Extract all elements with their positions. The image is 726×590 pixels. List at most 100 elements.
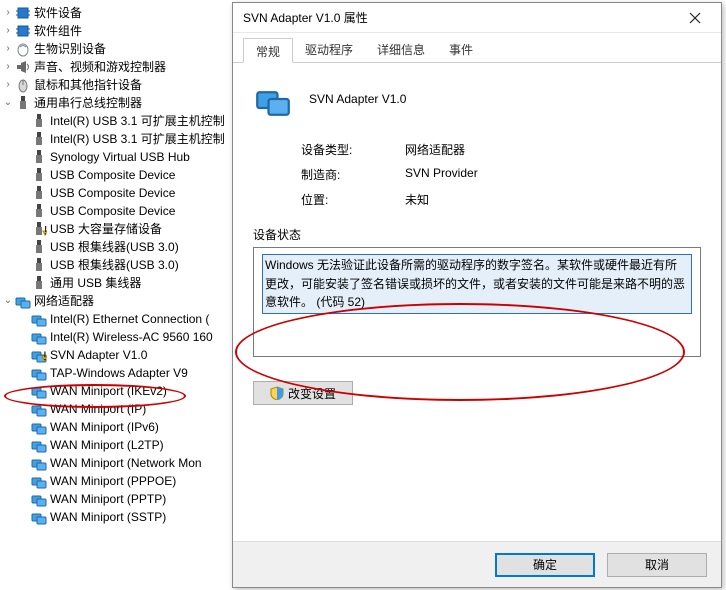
- expand-toggle-icon[interactable]: ›: [2, 40, 14, 58]
- location-label: 位置:: [301, 191, 405, 208]
- net-icon: [30, 509, 48, 525]
- tab-details[interactable]: 详细信息: [365, 37, 437, 62]
- tree-node[interactable]: ·Synology Virtual USB Hub: [0, 148, 230, 166]
- tree-node[interactable]: › 声音、视频和游戏控制器: [0, 58, 230, 76]
- usbw-icon: [30, 221, 48, 237]
- tree-node[interactable]: ·Intel(R) USB 3.1 可扩展主机控制: [0, 130, 230, 148]
- tree-node-label: Intel(R) USB 3.1 可扩展主机控制: [50, 130, 225, 148]
- usbp-icon: [30, 167, 48, 183]
- net-icon: [30, 437, 48, 453]
- tree-node[interactable]: › 鼠标和其他指针设备: [0, 76, 230, 94]
- expand-toggle-icon[interactable]: ›: [2, 76, 14, 94]
- tree-node[interactable]: ⌄ 网络适配器: [0, 292, 230, 310]
- tab-events[interactable]: 事件: [437, 37, 485, 62]
- close-icon: [689, 12, 701, 24]
- tree-node-label: WAN Miniport (Network Mon: [50, 454, 202, 472]
- tree-node[interactable]: ·WAN Miniport (L2TP): [0, 436, 230, 454]
- expand-toggle-icon[interactable]: ›: [2, 58, 14, 76]
- tree-node[interactable]: ·USB Composite Device: [0, 202, 230, 220]
- tree-node-label: 通用串行总线控制器: [34, 94, 142, 112]
- tree-indent: ·: [18, 238, 30, 256]
- tree-node-label: 软件组件: [34, 22, 82, 40]
- ok-button[interactable]: 确定: [495, 553, 595, 577]
- tree-node[interactable]: ·WAN Miniport (PPTP): [0, 490, 230, 508]
- tree-node[interactable]: · Intel(R) Ethernet Connection (: [0, 310, 230, 328]
- tree-node-label: Intel(R) USB 3.1 可扩展主机控制: [50, 112, 225, 130]
- usbp-icon: [30, 257, 48, 273]
- tab-content-general: SVN Adapter V1.0 设备类型:网络适配器 制造商:SVN Prov…: [233, 63, 721, 541]
- titlebar[interactable]: SVN Adapter V1.0 属性: [233, 3, 721, 33]
- close-button[interactable]: [675, 4, 715, 32]
- shield-icon: [270, 386, 284, 400]
- tree-indent: ·: [18, 418, 30, 436]
- tree-node-label: 网络适配器: [34, 292, 94, 310]
- tree-node-label: 生物识别设备: [34, 40, 106, 58]
- tab-general[interactable]: 常规: [243, 38, 293, 63]
- expand-toggle-icon[interactable]: ›: [2, 4, 14, 22]
- tree-node[interactable]: ⌄ 通用串行总线控制器: [0, 94, 230, 112]
- manufacturer-label: 制造商:: [301, 166, 405, 183]
- tree-node[interactable]: › 生物识别设备: [0, 40, 230, 58]
- tree-node[interactable]: ·USB Composite Device: [0, 166, 230, 184]
- tree-node-label: WAN Miniport (IPv6): [50, 418, 159, 436]
- tree-node-label: 软件设备: [34, 4, 82, 22]
- chip-icon: [14, 23, 32, 39]
- net-icon: [30, 473, 48, 489]
- tree-node[interactable]: ·USB 根集线器(USB 3.0): [0, 238, 230, 256]
- tree-node[interactable]: ·通用 USB 集线器: [0, 274, 230, 292]
- tree-node[interactable]: ·WAN Miniport (Network Mon: [0, 454, 230, 472]
- tree-node-label: WAN Miniport (L2TP): [50, 436, 164, 454]
- usbp-icon: [30, 185, 48, 201]
- tab-driver[interactable]: 驱动程序: [293, 37, 365, 62]
- tree-node-label: WAN Miniport (PPPOE): [50, 472, 176, 490]
- tree-node-label: Intel(R) Ethernet Connection (: [50, 310, 209, 328]
- tree-indent: ·: [18, 346, 30, 364]
- net-icon: [30, 311, 48, 327]
- tree-indent: ·: [18, 274, 30, 292]
- tree-indent: ·: [18, 166, 30, 184]
- tree-indent: ·: [18, 220, 30, 238]
- tree-indent: ·: [18, 256, 30, 274]
- cancel-button[interactable]: 取消: [607, 553, 707, 577]
- tree-node-label: USB Composite Device: [50, 184, 175, 202]
- tree-node-label: Intel(R) Wireless-AC 9560 160: [50, 328, 213, 346]
- tree-node[interactable]: › 软件设备: [0, 4, 230, 22]
- change-settings-label: 改变设置: [288, 385, 336, 402]
- finger-icon: [14, 41, 32, 57]
- tree-node-label: 鼠标和其他指针设备: [34, 76, 142, 94]
- tree-node[interactable]: ·USB 大容量存储设备: [0, 220, 230, 238]
- tree-node-label: 声音、视频和游戏控制器: [34, 58, 166, 76]
- tree-indent: ·: [18, 310, 30, 328]
- tree-node[interactable]: ·Intel(R) USB 3.1 可扩展主机控制: [0, 112, 230, 130]
- expand-toggle-icon[interactable]: ⌄: [2, 292, 14, 310]
- tree-indent: ·: [18, 184, 30, 202]
- tree-node-label: WAN Miniport (IP): [50, 400, 146, 418]
- netw-icon: [30, 347, 48, 363]
- change-settings-button[interactable]: 改变设置: [253, 381, 353, 405]
- device-tree[interactable]: ›软件设备›软件组件›生物识别设备›声音、视频和游戏控制器›鼠标和其他指针设备⌄…: [0, 0, 230, 590]
- tree-indent: ·: [18, 472, 30, 490]
- device-status-field[interactable]: Windows 无法验证此设备所需的驱动程序的数字签名。某软件或硬件最近有所更改…: [253, 247, 701, 357]
- usbp-icon: [30, 203, 48, 219]
- tree-node[interactable]: · USB 根集线器(USB 3.0): [0, 256, 230, 274]
- tree-node[interactable]: ·SVN Adapter V1.0: [0, 346, 230, 364]
- expand-toggle-icon[interactable]: ›: [2, 22, 14, 40]
- tree-indent: ·: [18, 508, 30, 526]
- tree-node-label: USB 根集线器(USB 3.0): [50, 256, 179, 274]
- tree-node[interactable]: ·Intel(R) Wireless-AC 9560 160: [0, 328, 230, 346]
- tree-node[interactable]: › 软件组件: [0, 22, 230, 40]
- tree-indent: ·: [18, 364, 30, 382]
- dialog-footer: 确定 取消: [233, 541, 721, 587]
- tree-indent: ·: [18, 400, 30, 418]
- tree-node[interactable]: · USB Composite Device: [0, 184, 230, 202]
- tree-node-label: Synology Virtual USB Hub: [50, 148, 190, 166]
- expand-toggle-icon[interactable]: ⌄: [2, 94, 14, 112]
- tree-node[interactable]: · WAN Miniport (IP): [0, 400, 230, 418]
- usb-icon: [14, 95, 32, 111]
- tree-node[interactable]: ·WAN Miniport (IKEv2): [0, 382, 230, 400]
- tree-node[interactable]: ·WAN Miniport (SSTP): [0, 508, 230, 526]
- tree-node[interactable]: · WAN Miniport (IPv6): [0, 418, 230, 436]
- tree-node[interactable]: · WAN Miniport (PPPOE): [0, 472, 230, 490]
- tree-node[interactable]: ·TAP-Windows Adapter V9: [0, 364, 230, 382]
- device-status-text: Windows 无法验证此设备所需的驱动程序的数字签名。某软件或硬件最近有所更改…: [262, 254, 692, 314]
